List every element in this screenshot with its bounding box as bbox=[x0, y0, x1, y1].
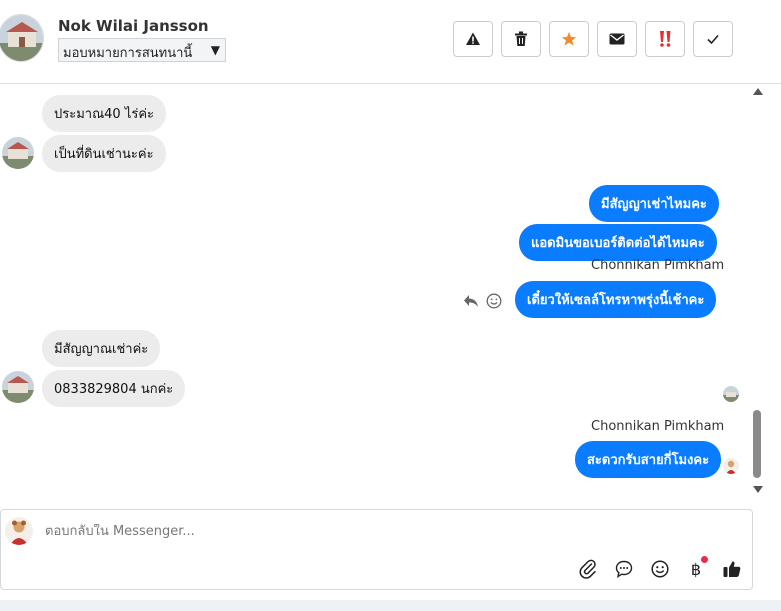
contact-message-avatar bbox=[2, 371, 34, 403]
message-bubble-outgoing: มีสัญญาเช่าไหมคะ bbox=[589, 185, 719, 222]
contact-name: Nok Wilai Jansson bbox=[58, 17, 209, 35]
assign-select-value: มอบหมายการสนทนานี้ bbox=[63, 46, 193, 61]
seen-by-avatar bbox=[723, 386, 739, 402]
contact-avatar[interactable] bbox=[0, 14, 44, 62]
assign-conversation-select[interactable]: มอบหมายการสนทนานี้ ▼ bbox=[58, 38, 226, 62]
header-actions bbox=[453, 21, 733, 57]
envelope-icon bbox=[609, 33, 625, 45]
conversation-header: Nok Wilai Jansson มอบหมายการสนทนานี้ ▼ bbox=[0, 0, 781, 84]
message-bubble-incoming: มีสัญญาณเช่าค่ะ bbox=[42, 330, 161, 367]
mark-unread-button[interactable] bbox=[597, 21, 637, 57]
reply-input[interactable] bbox=[45, 524, 545, 539]
send-like-button[interactable] bbox=[721, 558, 743, 580]
sender-name: Chonnikan Pimkham bbox=[591, 419, 725, 434]
chat-bubble-icon bbox=[615, 560, 633, 578]
react-smiley-icon[interactable] bbox=[486, 293, 502, 313]
thumbs-up-icon bbox=[723, 561, 741, 577]
scroll-up-arrow-icon[interactable] bbox=[753, 88, 763, 95]
message-bubble-incoming: เป็นที่ดินเช่านะค่ะ bbox=[42, 135, 166, 172]
message-thread: ประมาณ40 ไร่ค่ะ เป็นที่ดินเช่านะค่ะ มีสั… bbox=[0, 84, 764, 504]
reply-composer: ฿ bbox=[0, 509, 753, 590]
saved-replies-button[interactable] bbox=[613, 558, 635, 580]
thread-scrollbar[interactable] bbox=[750, 84, 764, 500]
trash-icon bbox=[515, 31, 527, 46]
paperclip-icon bbox=[579, 559, 596, 579]
baht-icon: ฿ bbox=[690, 559, 702, 579]
notification-dot bbox=[701, 556, 708, 563]
message-bubble-outgoing: สะดวกรับสายกี่โมงคะ bbox=[575, 441, 722, 478]
caret-down-icon: ▼ bbox=[210, 43, 220, 57]
check-icon bbox=[707, 34, 719, 45]
composer-toolbar: ฿ bbox=[577, 556, 743, 580]
star-button[interactable] bbox=[549, 21, 589, 57]
agent-avatar bbox=[723, 458, 739, 474]
urgent-icon bbox=[660, 31, 671, 47]
mark-spam-button[interactable] bbox=[453, 21, 493, 57]
emoji-icon bbox=[651, 560, 669, 578]
payment-button[interactable]: ฿ bbox=[685, 556, 708, 580]
warning-icon bbox=[466, 32, 480, 45]
mark-done-button[interactable] bbox=[693, 21, 733, 57]
delete-button[interactable] bbox=[501, 21, 541, 57]
message-bubble-incoming: ประมาณ40 ไร่ค่ะ bbox=[42, 95, 167, 132]
star-icon bbox=[561, 32, 577, 46]
message-bubble-outgoing: เดี๋ยวให้เซลล์โทรหาพรุ่งนี้เช้าคะ bbox=[515, 281, 717, 318]
attach-button[interactable] bbox=[577, 558, 599, 580]
conversation-panel: Nok Wilai Jansson มอบหมายการสนทนานี้ ▼ ป… bbox=[0, 0, 781, 611]
message-bubble-incoming: 0833829804 นกค่ะ bbox=[42, 370, 186, 407]
scroll-thumb[interactable] bbox=[753, 410, 761, 478]
contact-message-avatar bbox=[2, 137, 34, 169]
scroll-down-arrow-icon[interactable] bbox=[753, 486, 763, 493]
panel-bottom-edge bbox=[0, 600, 781, 611]
mark-urgent-button[interactable] bbox=[645, 21, 685, 57]
message-bubble-outgoing: แอดมินขอเบอร์ติดต่อได้ไหมคะ bbox=[519, 224, 717, 261]
reply-icon[interactable] bbox=[463, 293, 479, 312]
emoji-button[interactable] bbox=[649, 558, 671, 580]
agent-avatar bbox=[5, 517, 33, 545]
sender-name: Chonnikan Pimkham bbox=[591, 258, 725, 273]
